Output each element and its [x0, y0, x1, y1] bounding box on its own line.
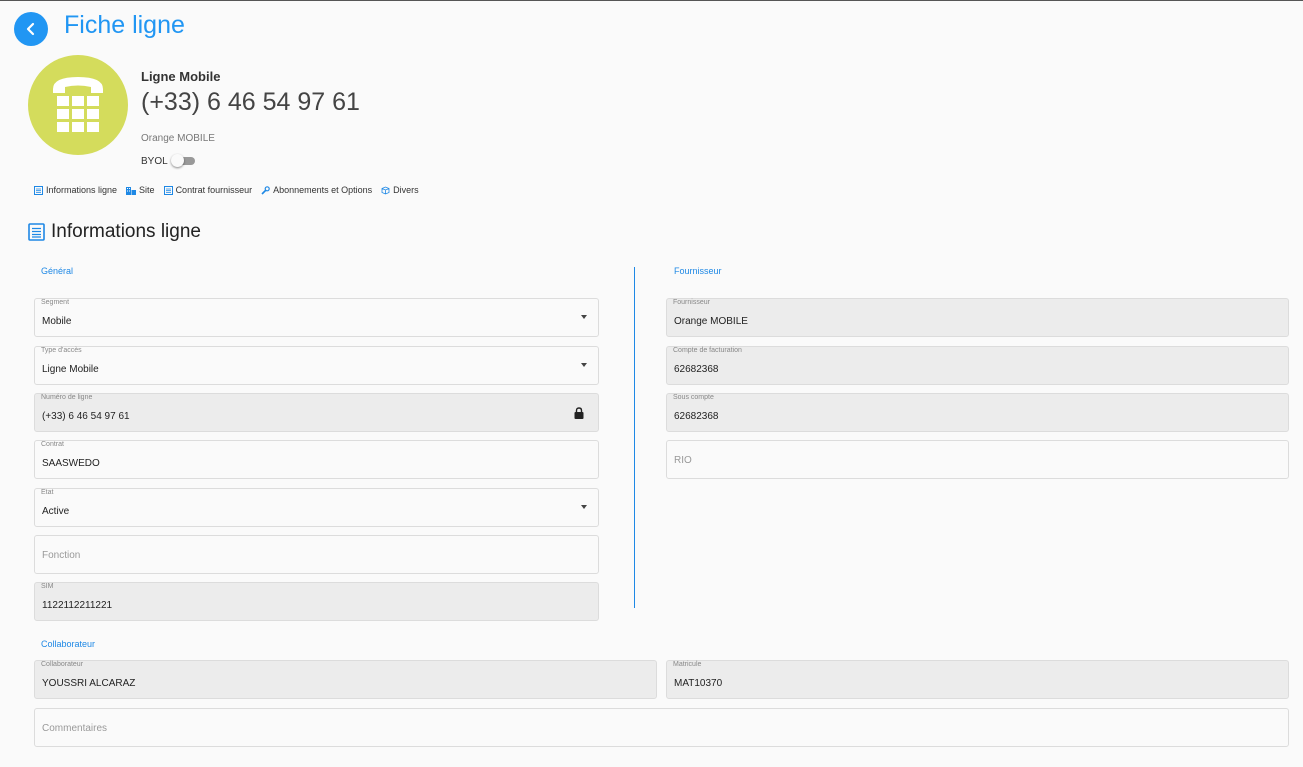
rio-input[interactable]: RIO: [666, 440, 1289, 479]
tab-label: Contrat fournisseur: [175, 185, 253, 195]
field-value: Ligne Mobile: [42, 364, 99, 375]
field-label: Etat: [41, 489, 54, 496]
wrench-icon: [261, 185, 270, 195]
section-tabs: Informations ligne Site Contrat fourniss…: [34, 185, 419, 195]
group-label-general: Général: [41, 266, 74, 276]
field-value: Active: [42, 506, 70, 517]
line-type: Ligne Mobile: [141, 69, 221, 84]
field-label: Compte de facturation: [673, 347, 742, 354]
field-value: MAT10370: [674, 678, 723, 689]
chevron-left-icon: [26, 22, 35, 36]
compte-facturation-field: Compte de facturation 62682368: [666, 346, 1289, 385]
segment-select[interactable]: Segment Mobile: [34, 298, 599, 337]
field-value: Mobile: [42, 316, 72, 327]
operator-name: Orange MOBILE: [141, 133, 215, 144]
type-acces-select[interactable]: Type d'accès Ligne Mobile: [34, 346, 599, 385]
field-label: Sous compte: [673, 394, 714, 401]
field-label: Numéro de ligne: [41, 394, 93, 401]
caret-down-icon: [581, 505, 587, 509]
sous-compte-field: Sous compte 62682368: [666, 393, 1289, 432]
phone-icon: [53, 77, 103, 132]
field-value: Orange MOBILE: [674, 316, 748, 327]
tab-label: Site: [139, 185, 155, 195]
byol-label: BYOL: [141, 156, 168, 167]
tab-label: Informations ligne: [46, 185, 118, 195]
lock-icon: [574, 407, 584, 419]
commentaires-input[interactable]: Commentaires: [34, 708, 1289, 747]
field-label: SIM: [41, 583, 54, 590]
section-title-text: Informations ligne: [51, 221, 201, 242]
field-label: Contrat: [41, 441, 64, 448]
field-placeholder: Commentaires: [42, 723, 108, 734]
tab-divers[interactable]: Divers: [381, 185, 419, 195]
box-icon: [381, 186, 390, 194]
field-value: 1122112211221: [42, 600, 113, 611]
toggle-thumb: [171, 154, 184, 167]
tab-informations-ligne[interactable]: Informations ligne: [34, 185, 117, 195]
field-placeholder: Fonction: [42, 550, 81, 561]
line-number: (+33) 6 46 54 97 61: [141, 88, 360, 116]
sim-field: SIM 1122112211221: [34, 582, 599, 621]
section-title: Informations ligne: [28, 221, 201, 243]
contrat-field[interactable]: Contrat SAASWEDO: [34, 440, 599, 479]
field-label: Fournisseur: [673, 299, 710, 306]
field-label: Type d'accès: [41, 347, 82, 354]
field-placeholder: RIO: [674, 455, 692, 466]
tab-label: Abonnements et Options: [273, 185, 373, 195]
fonction-input[interactable]: Fonction: [34, 535, 599, 574]
numero-ligne-field: Numéro de ligne (+33) 6 46 54 97 61: [34, 393, 599, 432]
page-title: Fiche ligne: [64, 11, 185, 39]
list-icon: [28, 223, 45, 241]
document-icon: [163, 185, 173, 195]
tab-site[interactable]: Site: [126, 185, 155, 195]
tab-label: Divers: [393, 185, 419, 195]
group-label-fournisseur: Fournisseur: [674, 266, 722, 276]
field-label: Collaborateur: [41, 661, 84, 668]
collaborateur-field: Collaborateur YOUSSRI ALCARAZ: [34, 660, 657, 699]
group-label-collaborateur: Collaborateur: [41, 639, 96, 649]
building-icon: [126, 186, 137, 195]
field-value: SAASWEDO: [42, 458, 100, 469]
matricule-field: Matricule MAT10370: [666, 660, 1289, 699]
avatar: [28, 55, 128, 155]
caret-down-icon: [581, 315, 587, 319]
back-button[interactable]: [14, 12, 48, 46]
tab-contrat-fournisseur[interactable]: Contrat fournisseur: [163, 185, 253, 195]
column-divider: [634, 267, 635, 608]
etat-select[interactable]: Etat Active: [34, 488, 599, 527]
field-value: 62682368: [674, 364, 719, 375]
field-value: 62682368: [674, 411, 719, 422]
byol-toggle[interactable]: [171, 154, 195, 167]
list-icon: [34, 185, 43, 195]
field-label: Matricule: [673, 661, 702, 668]
field-value: YOUSSRI ALCARAZ: [42, 678, 136, 689]
field-label: Segment: [41, 299, 70, 306]
field-value: (+33) 6 46 54 97 61: [42, 411, 130, 422]
caret-down-icon: [581, 363, 587, 367]
tab-abonnements-options[interactable]: Abonnements et Options: [261, 185, 372, 195]
fournisseur-field: Fournisseur Orange MOBILE: [666, 298, 1289, 337]
